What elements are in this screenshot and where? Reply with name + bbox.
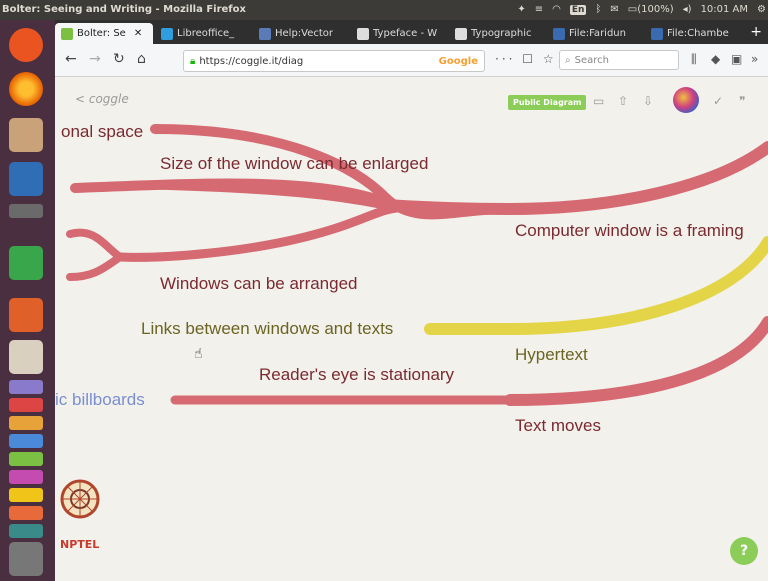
tab-label: Libreoffice_ bbox=[177, 28, 235, 39]
coggle-favicon-icon bbox=[61, 27, 73, 40]
dropbox-icon[interactable]: ✦ bbox=[517, 4, 525, 15]
branch-arranged-fork bbox=[66, 228, 128, 281]
branch-hypertext-out bbox=[504, 236, 768, 335]
tab-label: File:Chambe bbox=[667, 28, 729, 39]
tab-help-vector[interactable]: Help:Vector bbox=[253, 23, 349, 44]
url-text: https://coggle.it/diag bbox=[199, 55, 304, 67]
calc-icon[interactable] bbox=[9, 246, 43, 280]
home-button[interactable]: ⌂ bbox=[137, 51, 146, 67]
forward-button[interactable]: → bbox=[89, 51, 101, 67]
drive-icon[interactable] bbox=[9, 204, 43, 218]
wiki-favicon-icon bbox=[259, 27, 271, 40]
app-icon-green[interactable] bbox=[9, 452, 43, 466]
coggle-canvas[interactable]: < coggle Public Diagram ▭ ⇧ ⇩ ✓ ❞ onal s… bbox=[55, 77, 768, 581]
tab-label: Typeface - W bbox=[373, 28, 438, 39]
app-launcher bbox=[0, 20, 55, 581]
system-top-panel: Bolter: Seeing and Writing - Mozilla Fir… bbox=[0, 0, 768, 20]
tab-typographic[interactable]: Typographic bbox=[449, 23, 545, 44]
lock-icon: 🔒︎ bbox=[190, 55, 196, 67]
app-icon-yellow[interactable] bbox=[9, 488, 43, 502]
back-button[interactable]: ← bbox=[65, 51, 77, 67]
node-windows-arranged[interactable]: Windows can be arranged bbox=[160, 274, 358, 294]
nptel-logo bbox=[60, 479, 100, 519]
reload-button[interactable]: ↻ bbox=[113, 51, 125, 67]
system-tray: ✦ ≡ ◠ En ᛒ ✉ ▭(100%) ◂) 10:01 AM ⚙ bbox=[517, 4, 766, 15]
writer-icon[interactable] bbox=[9, 162, 43, 196]
tab-chamber[interactable]: File:Chambe bbox=[645, 23, 741, 44]
tab-libreoffice[interactable]: Libreoffice_ bbox=[155, 23, 251, 44]
tab-label: Bolter: Se bbox=[77, 28, 126, 39]
sidebar-icon[interactable]: ▣ bbox=[731, 52, 742, 66]
node-dimensional-space[interactable]: onal space bbox=[61, 122, 143, 142]
wikipedia-favicon-icon bbox=[455, 27, 467, 40]
battery-percent: (100%) bbox=[637, 4, 674, 15]
document-viewer-icon[interactable] bbox=[9, 340, 43, 374]
help-button[interactable]: ? bbox=[730, 537, 758, 565]
branch-arranged bbox=[115, 202, 410, 262]
tab-label: Help:Vector bbox=[275, 28, 334, 39]
app-icon-orange[interactable] bbox=[9, 416, 43, 430]
wifi-icon[interactable]: ◠ bbox=[552, 4, 561, 15]
navigation-toolbar: ← → ↻ ⌂ 🔒︎ https://coggle.it/diag Google… bbox=[55, 44, 768, 77]
app-icon-orange-2[interactable] bbox=[9, 506, 43, 520]
tab-label: File:Faridun bbox=[569, 28, 626, 39]
branch-framing-trunk bbox=[379, 199, 516, 215]
app-icon-blue[interactable] bbox=[9, 434, 43, 448]
branch-framing-out bbox=[504, 141, 768, 215]
firefox-icon[interactable] bbox=[9, 72, 43, 106]
volume-icon[interactable]: ◂) bbox=[683, 4, 692, 15]
search-placeholder: Search bbox=[574, 54, 609, 66]
battery-icon: ▭ bbox=[627, 4, 638, 15]
settings-gear-icon[interactable]: ⚙ bbox=[757, 4, 766, 15]
search-input[interactable]: ⌕ Search bbox=[559, 50, 679, 70]
keyboard-layout-indicator[interactable]: En bbox=[569, 4, 587, 15]
app-icon-magenta[interactable] bbox=[9, 470, 43, 484]
battery-indicator[interactable]: ▭(100%) bbox=[628, 4, 674, 15]
node-window-enlarged[interactable]: Size of the window can be enlarged bbox=[160, 154, 428, 174]
node-hypertext[interactable]: Hypertext bbox=[515, 345, 588, 365]
new-tab-button[interactable]: + bbox=[750, 24, 762, 40]
node-computer-window-framing[interactable]: Computer window is a framing bbox=[515, 221, 744, 241]
node-reader-eye-stationary[interactable]: Reader's eye is stationary bbox=[259, 365, 454, 385]
app-icon-red[interactable] bbox=[9, 398, 43, 412]
page-actions[interactable]: ··· ☐ ☆ bbox=[495, 52, 557, 66]
search-icon: ⌕ bbox=[565, 54, 571, 66]
menu-icon[interactable]: ≡ bbox=[535, 4, 543, 15]
overflow-chevron-icon[interactable]: » bbox=[751, 52, 758, 66]
tab-bolter[interactable]: Bolter: Se ✕ bbox=[55, 23, 153, 44]
app-icon-purple[interactable] bbox=[9, 380, 43, 394]
bluetooth-icon[interactable]: ᛒ bbox=[595, 4, 601, 15]
tab-label: Typographic bbox=[471, 28, 532, 39]
url-bar[interactable]: 🔒︎ https://coggle.it/diag Google bbox=[183, 50, 485, 72]
tab-faridun[interactable]: File:Faridun bbox=[547, 23, 643, 44]
node-links-between-windows[interactable]: Links between windows and texts bbox=[141, 319, 393, 339]
trash-icon[interactable] bbox=[9, 542, 43, 576]
hand-cursor-icon: ☝ bbox=[194, 346, 203, 362]
mail-icon[interactable]: ✉ bbox=[610, 4, 618, 15]
dash-ubuntu-icon[interactable] bbox=[9, 28, 43, 62]
pocket-icon[interactable]: ◆ bbox=[711, 52, 720, 66]
software-center-icon[interactable] bbox=[9, 298, 43, 332]
tab-typeface[interactable]: Typeface - W bbox=[351, 23, 447, 44]
commons-favicon-icon bbox=[553, 27, 565, 40]
window-title: Bolter: Seeing and Writing - Mozilla Fir… bbox=[2, 4, 246, 15]
app-icon-teal[interactable] bbox=[9, 524, 43, 538]
files-icon[interactable] bbox=[9, 118, 43, 152]
nptel-label: NPTEL bbox=[60, 538, 100, 551]
clock[interactable]: 10:01 AM bbox=[701, 4, 748, 15]
google-search-badge[interactable]: Google bbox=[439, 56, 478, 67]
tab-strip: Bolter: Se ✕ Libreoffice_ Help:Vector Ty… bbox=[55, 20, 768, 44]
close-tab-icon[interactable]: ✕ bbox=[134, 28, 142, 39]
node-billboards[interactable]: ic billboards bbox=[55, 390, 145, 410]
commons-favicon-icon bbox=[651, 27, 663, 40]
wiki-favicon-icon bbox=[161, 27, 173, 40]
node-text-moves[interactable]: Text moves bbox=[515, 416, 601, 436]
wikipedia-favicon-icon bbox=[357, 27, 369, 40]
library-icon[interactable]: ⫼ bbox=[691, 52, 697, 67]
